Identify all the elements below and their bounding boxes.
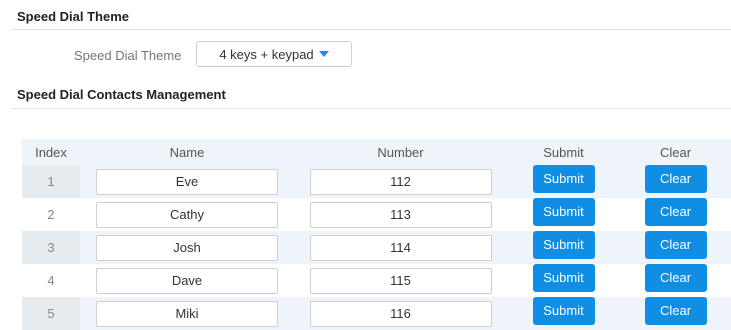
clear-button[interactable]: Clear — [644, 197, 707, 226]
table-row: 2 Submit Clear — [22, 197, 731, 231]
row-index: 4 — [22, 264, 80, 297]
header-clear: Clear — [620, 139, 731, 165]
speed-dial-theme-value: 4 keys + keypad — [219, 46, 314, 62]
table-header-row: Index Name Number Submit Clear — [22, 139, 731, 165]
clear-button[interactable]: Clear — [644, 296, 707, 325]
header-number: Number — [294, 139, 507, 165]
row-index: 3 — [22, 231, 80, 264]
clear-button[interactable]: Clear — [644, 263, 707, 292]
table-row: 1 Submit Clear — [22, 164, 731, 198]
clear-button[interactable]: Clear — [644, 230, 707, 259]
speed-dial-theme-select[interactable]: 4 keys + keypad — [196, 41, 352, 67]
header-name: Name — [80, 139, 294, 165]
table-row: 3 Submit Clear — [22, 230, 731, 264]
name-input[interactable] — [96, 267, 278, 294]
submit-button[interactable]: Submit — [532, 164, 595, 193]
table-row: 4 Submit Clear — [22, 263, 731, 297]
number-input[interactable] — [309, 300, 492, 327]
name-input[interactable] — [96, 300, 278, 327]
submit-button[interactable]: Submit — [532, 263, 595, 292]
row-index: 2 — [22, 198, 80, 231]
row-index: 1 — [22, 165, 80, 198]
number-input[interactable] — [309, 168, 492, 195]
header-index: Index — [22, 139, 80, 165]
contacts-table: Index Name Number Submit Clear 1 Submit … — [22, 139, 731, 330]
speed-dial-theme-label: Speed Dial Theme — [74, 48, 182, 63]
number-input[interactable] — [309, 234, 492, 261]
submit-button[interactable]: Submit — [532, 296, 595, 325]
table-row: 5 Submit Clear — [22, 296, 731, 330]
submit-button[interactable]: Submit — [532, 230, 595, 259]
theme-section-title: Speed Dial Theme — [17, 9, 129, 24]
submit-button[interactable]: Submit — [532, 197, 595, 226]
contacts-section-title: Speed Dial Contacts Management — [17, 87, 226, 102]
number-input[interactable] — [309, 201, 492, 228]
theme-section-divider — [12, 29, 731, 30]
name-input[interactable] — [96, 234, 278, 261]
contacts-section-divider — [12, 108, 731, 109]
clear-button[interactable]: Clear — [644, 164, 707, 193]
header-submit: Submit — [507, 139, 620, 165]
row-index: 5 — [22, 297, 80, 330]
number-input[interactable] — [309, 267, 492, 294]
name-input[interactable] — [96, 201, 278, 228]
caret-down-icon — [318, 51, 329, 57]
name-input[interactable] — [96, 168, 278, 195]
